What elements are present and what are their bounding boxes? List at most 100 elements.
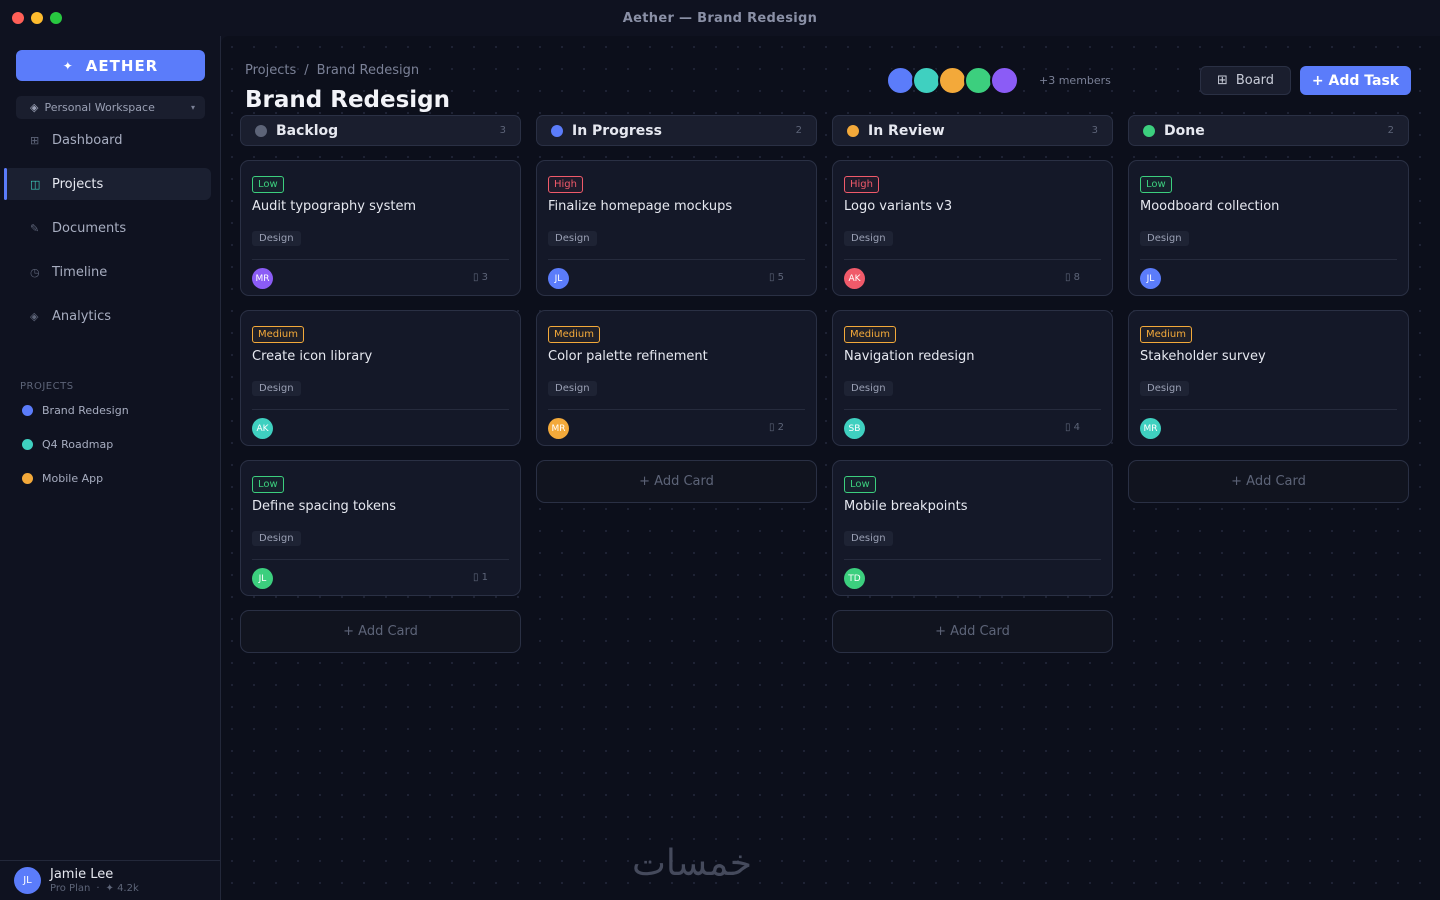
card-divider [844,409,1101,410]
project-item[interactable]: Mobile App [22,461,129,495]
column-title: Backlog [276,122,339,139]
add-task-button[interactable]: + Add Task [1300,66,1411,95]
task-title: Mobile breakpoints [844,499,968,514]
assignee-avatar[interactable]: JL [548,268,569,289]
breadcrumb-current: Brand Redesign [316,63,420,78]
window-title: Aether — Brand Redesign [622,10,818,26]
task-tag: Design [844,531,893,546]
task-title: Stakeholder survey [1140,349,1266,364]
member-avatars[interactable]: +3 members [886,66,1111,95]
assignee-avatar[interactable]: TD [844,568,865,589]
sidebar-item-dashboard[interactable]: ⊞ Dashboard [4,124,211,156]
column-status-dot [551,124,563,137]
priority-badge: Low [1140,176,1172,193]
task-tag: Design [548,231,597,246]
card-divider [1140,409,1397,410]
priority-badge: Low [252,176,284,193]
sidebar-item-label: Timeline [52,264,108,280]
assignee-avatar[interactable]: AK [252,418,273,439]
task-card[interactable]: Medium Color palette refinement Design MR ▯ … [536,310,817,446]
task-card[interactable]: Medium Stakeholder survey Design MR [1128,310,1409,446]
brand-button[interactable]: ✦ AETHER [16,50,205,81]
sidebar-item-analytics[interactable]: ◈ Analytics [4,300,211,332]
task-card[interactable]: Low Mobile breakpoints Design TD [832,460,1113,596]
project-item[interactable]: Brand Redesign [22,393,129,427]
add-card-button[interactable]: + Add Card [240,610,521,653]
page-title: Brand Redesign [245,87,451,113]
task-card[interactable]: Medium Navigation redesign Design SB ▯ 4 [832,310,1113,446]
task-card[interactable]: Low Audit typography system Design MR ▯ 3 [240,160,521,296]
project-item[interactable]: Q4 Roadmap [22,427,129,461]
task-card[interactable]: High Finalize homepage mockups Design JL ▯ 5 [536,160,817,296]
assignee-avatar[interactable]: JL [252,568,273,589]
task-tag: Design [252,381,301,396]
board-area: Projects / Brand Redesign Brand Redesign… [221,36,1440,900]
close-window-button[interactable] [12,12,24,24]
column-count: 2 [1387,125,1394,136]
task-tag: Design [844,231,893,246]
board-view-button[interactable]: ⊞ Board [1200,66,1291,95]
user-profile[interactable]: JL Jamie Lee Pro Plan · ✦ 4.2k [0,860,221,900]
task-title: Create icon library [252,349,373,364]
assignee-avatar[interactable]: AK [844,268,865,289]
project-label: Brand Redesign [42,403,129,417]
chevron-down-icon: ▾ [190,103,195,112]
board-label: Board [1235,73,1275,88]
user-separator: · [96,883,100,894]
column-in-review: In Review 3 High Logo variants v3 Design AK ▯ … [832,115,1113,653]
card-divider [252,559,509,560]
user-meta: Jamie Lee Pro Plan · ✦ 4.2k [50,867,139,894]
column-done: Done 2 Low Moodboard collection Design JL Medi… [1128,115,1409,503]
projects-icon: ◫ [30,177,41,191]
task-tag: Design [252,531,301,546]
member-avatar[interactable] [912,66,941,95]
column-header[interactable]: In Review 3 [832,115,1113,146]
task-tag: Design [844,381,893,396]
add-card-button[interactable]: + Add Card [832,610,1113,653]
member-avatar[interactable] [886,66,915,95]
project-list: Brand Redesign Q4 Roadmap Mobile App [22,393,129,495]
minimize-window-button[interactable] [31,12,43,24]
assignee-avatar[interactable]: SB [844,418,865,439]
column-header[interactable]: Backlog 3 [240,115,521,146]
assignee-avatar[interactable]: MR [252,268,273,289]
dashboard-icon: ⊞ [30,133,40,147]
task-card[interactable]: Low Moodboard collection Design JL [1128,160,1409,296]
member-avatar[interactable] [964,66,993,95]
assignee-avatar[interactable]: MR [1140,418,1161,439]
members-count[interactable]: +3 members [1039,74,1111,87]
priority-badge: Medium [1140,326,1192,343]
priority-badge: Low [252,476,284,493]
comment-count: ▯ 1 [472,572,488,583]
project-label: Mobile App [42,471,104,485]
priority-badge: Medium [548,326,600,343]
column-header[interactable]: Done 2 [1128,115,1409,146]
card-list: High Logo variants v3 Design AK ▯ 8 Medium Nav… [832,160,1113,653]
window-controls [12,12,62,24]
sidebar-item-label: Dashboard [52,132,123,148]
task-card[interactable]: Low Define spacing tokens Design JL ▯ 1 [240,460,521,596]
add-card-button[interactable]: + Add Card [536,460,817,503]
task-card[interactable]: Medium Create icon library Design AK [240,310,521,446]
sidebar-item-timeline[interactable]: ◷ Timeline [4,256,211,288]
sparkle-icon: ✦ [62,58,74,73]
maximize-window-button[interactable] [50,12,62,24]
comment-count: ▯ 3 [472,272,488,283]
sidebar-item-label: Analytics [52,308,112,324]
add-card-button[interactable]: + Add Card [1128,460,1409,503]
sidebar-item-projects[interactable]: ◫ Projects [4,168,211,200]
member-avatar[interactable] [990,66,1019,95]
breadcrumb-projects[interactable]: Projects [245,63,296,78]
task-title: Navigation redesign [844,349,975,364]
task-card[interactable]: High Logo variants v3 Design AK ▯ 8 [832,160,1113,296]
column-title: In Review [868,122,945,139]
column-count: 3 [499,125,506,136]
member-avatar[interactable] [938,66,967,95]
avatar: JL [14,867,41,894]
sidebar-item-documents[interactable]: ✎ Documents [4,212,211,244]
workspace-select[interactable]: ◈ Personal Workspace ▾ [16,96,205,119]
assignee-avatar[interactable]: MR [548,418,569,439]
assignee-avatar[interactable]: JL [1140,268,1161,289]
project-color-dot [22,404,33,416]
column-header[interactable]: In Progress 2 [536,115,817,146]
